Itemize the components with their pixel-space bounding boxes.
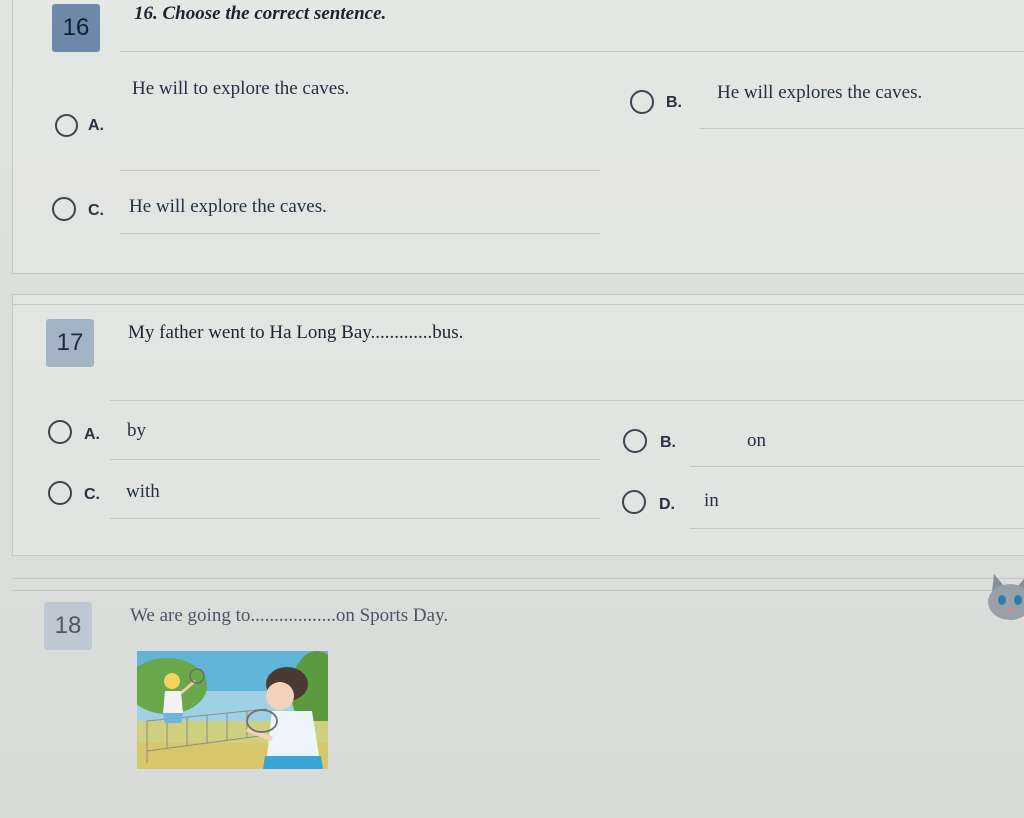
- question-number-badge: 17: [46, 319, 94, 367]
- option-text-a: by: [127, 420, 146, 441]
- divider: [12, 578, 1024, 579]
- option-text-c: He will explore the caves.: [129, 196, 327, 217]
- option-letter-b: B.: [660, 434, 676, 451]
- divider: [110, 459, 600, 460]
- cat-icon: [984, 572, 1024, 622]
- divider: [120, 233, 600, 234]
- option-letter-c: C.: [88, 202, 104, 219]
- option-letter-a: A.: [84, 426, 100, 443]
- question-prompt: 16. Choose the correct sentence.: [134, 3, 387, 24]
- option-radio-a[interactable]: [55, 114, 78, 137]
- option-radio-c[interactable]: [52, 197, 76, 221]
- divider: [12, 304, 1024, 305]
- question-prompt: My father went to Ha Long Bay...........…: [128, 322, 464, 343]
- option-radio-b[interactable]: [630, 90, 654, 114]
- divider: [110, 400, 1024, 401]
- option-letter-d: D.: [659, 496, 675, 513]
- divider: [110, 518, 600, 519]
- option-text-c: with: [126, 481, 160, 502]
- question-prompt: We are going to..................on Spor…: [130, 605, 449, 626]
- option-text-a: He will to explore the caves.: [132, 78, 350, 99]
- question-number-badge: 16: [52, 4, 100, 52]
- divider: [690, 528, 1024, 529]
- option-radio-b[interactable]: [623, 429, 647, 453]
- option-text-d: in: [704, 490, 719, 511]
- option-letter-b: B.: [666, 94, 682, 111]
- option-letter-a: A.: [88, 117, 104, 134]
- option-letter-c: C.: [84, 486, 100, 503]
- badminton-illustration: [137, 651, 328, 769]
- option-text-b: He will explores the caves.: [717, 82, 923, 103]
- option-radio-d[interactable]: [622, 490, 646, 514]
- option-text-b: on: [747, 430, 766, 451]
- divider: [12, 590, 1024, 591]
- option-radio-c[interactable]: [48, 481, 72, 505]
- option-radio-a[interactable]: [48, 420, 72, 444]
- divider: [120, 51, 1024, 52]
- divider: [120, 170, 600, 171]
- divider: [700, 128, 1024, 129]
- question-number-badge: 18: [44, 602, 92, 650]
- divider: [690, 466, 1024, 467]
